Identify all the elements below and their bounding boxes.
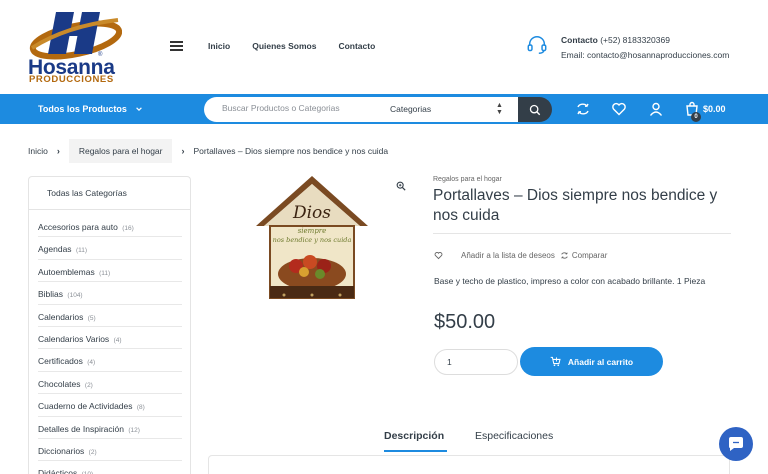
breadcrumb-category[interactable]: Regalos para el hogar	[79, 146, 163, 156]
sidebar-item[interactable]: Calendarios (5)	[38, 305, 182, 327]
select-arrows-icon: ▲ ▼	[496, 102, 503, 116]
cart-total[interactable]: $0.00	[703, 104, 726, 114]
chat-icon	[729, 437, 743, 451]
user-icon[interactable]	[648, 101, 664, 117]
sidebar-item-label: Certificados	[38, 356, 83, 367]
zoom-icon[interactable]	[396, 181, 406, 194]
sidebar-item-label: Accesorios para auto	[38, 222, 118, 232]
sidebar-item-label: Diccionarios	[38, 445, 85, 456]
sidebar-item[interactable]: Chocolates (2)	[38, 372, 182, 395]
site-header: Hosanna ® PRODUCCIONES Inicio Quienes So…	[0, 0, 768, 94]
sidebar-item[interactable]: Agendas (11)	[38, 237, 182, 260]
sidebar-item-label: Didácticos	[38, 468, 78, 474]
chat-button[interactable]	[719, 427, 753, 461]
trademark: ®	[98, 52, 103, 58]
tab-descripcion[interactable]: Descripción	[384, 430, 444, 442]
search-icon	[529, 104, 541, 115]
compare-link[interactable]: Comparar	[572, 251, 608, 260]
sidebar-item-count: (8)	[136, 404, 145, 412]
add-to-wishlist-link[interactable]: Añadir a la lista de deseos	[461, 251, 555, 260]
headset-icon	[527, 36, 547, 54]
sidebar-item-count: (104)	[67, 292, 83, 300]
search-input[interactable]	[222, 103, 372, 113]
email-label: Email:	[561, 50, 585, 60]
sidebar-item-label: Autoemblemas	[38, 266, 95, 277]
sidebar-item[interactable]: Accesorios para auto (16)	[38, 215, 182, 238]
nav-inicio[interactable]: Inicio	[208, 41, 230, 51]
sidebar-item[interactable]: Detalles de Inspiración (12)	[38, 417, 182, 439]
product-description: Base y techo de plastico, impreso a colo…	[434, 276, 706, 286]
sidebar-item-count: (16)	[122, 225, 134, 232]
heart-icon[interactable]	[611, 101, 627, 117]
contact-label: Contacto	[561, 35, 598, 45]
breadcrumb-current: Portallaves – Dios siempre nos bendice y…	[193, 146, 389, 156]
chevron-right-icon: ›	[56, 146, 60, 156]
product-image-line2: nos bendice y nos cuida	[273, 236, 352, 244]
tab-panel	[208, 455, 730, 474]
sidebar-item-label: Detalles de Inspiración	[38, 423, 124, 434]
search-bar: Categorias ▲▼	[204, 97, 518, 122]
sidebar-item[interactable]: Autoemblemas (11)	[38, 260, 182, 283]
sidebar-item-count: (5)	[87, 314, 96, 322]
contact-info: Contacto (+52) 8183320369 Email: contact…	[561, 33, 729, 63]
chevron-down-icon	[136, 107, 142, 112]
sidebar-item-count: (11)	[75, 247, 88, 255]
search-button[interactable]	[518, 97, 552, 122]
sidebar-item[interactable]: Didácticos (10)	[38, 461, 182, 474]
all-products-label: Todos los Productos	[38, 104, 127, 114]
sidebar-item-label: Agendas	[38, 244, 72, 255]
sidebar-item[interactable]: Biblias (104)	[38, 282, 182, 305]
logo-subtitle: PRODUCCIONES	[29, 74, 114, 85]
breadcrumb: Inicio › Regalos para el hogar › Portall…	[28, 139, 388, 163]
category-sidebar: Todas las Categorías Accesorios para aut…	[28, 176, 191, 474]
breadcrumb-home[interactable]: Inicio	[28, 146, 48, 156]
tab-especificaciones[interactable]: Especificaciones	[475, 430, 553, 442]
nav-contacto[interactable]: Contacto	[338, 41, 375, 51]
sidebar-item-count: (4)	[87, 359, 96, 367]
active-tab-indicator	[384, 450, 447, 452]
add-to-cart-button[interactable]: Añadir al carrito	[520, 347, 663, 376]
sidebar-item[interactable]: Calendarios Varios (4)	[38, 327, 182, 350]
sidebar-item-label: Chocolates	[38, 378, 81, 389]
sidebar-item-label: Calendarios Varios	[38, 333, 110, 344]
category-select[interactable]: Categorias	[390, 104, 431, 114]
product-image-title: Dios	[292, 203, 331, 223]
chevron-right-icon: ›	[181, 146, 185, 156]
sidebar-title: Todas las Categorías	[29, 177, 190, 210]
all-products-dropdown[interactable]: Todos los Productos	[38, 104, 143, 114]
menu-icon[interactable]	[170, 41, 183, 51]
nav-quienes-somos[interactable]: Quienes Somos	[252, 41, 316, 51]
sidebar-item-count: (12)	[128, 426, 140, 434]
heart-icon[interactable]	[434, 251, 443, 260]
cart-plus-icon	[550, 356, 561, 367]
quantity-input[interactable]	[434, 349, 518, 375]
compare-icon[interactable]	[575, 101, 591, 117]
category-list: Accesorios para auto (16) Agendas (11) Aut…	[29, 215, 190, 474]
sidebar-item[interactable]: Cuaderno de Actividades (8)	[38, 394, 182, 417]
product-price: $50.00	[434, 311, 496, 333]
sidebar-item-label: Biblias	[38, 289, 64, 300]
sidebar-item-count: (2)	[88, 448, 97, 456]
sidebar-item-label: Cuaderno de Actividades	[38, 401, 133, 412]
product-category-link[interactable]: Regalos para el hogar	[433, 176, 502, 183]
sidebar-item[interactable]: Diccionarios (2)	[38, 439, 182, 462]
sidebar-item-label: Calendarios	[38, 311, 84, 322]
sidebar-item-count: (4)	[113, 336, 122, 344]
product-image-line: siempre	[298, 227, 327, 235]
contact-phone[interactable]: (+52) 8183320369	[600, 35, 670, 45]
product-actions: Añadir a la lista de deseos Comparar	[434, 251, 607, 260]
product-title: Portallaves – Dios siempre nos bendice y…	[433, 187, 718, 224]
sidebar-item-count: (2)	[84, 381, 93, 389]
cart-count-badge: 0	[691, 112, 701, 122]
sidebar-item-count: (11)	[99, 269, 111, 277]
product-image[interactable]: Dios siempre nos bendice y nos cuida	[254, 174, 370, 300]
contact-email[interactable]: contacto@hosannaproducciones.com	[587, 50, 729, 60]
main-nav: Inicio Quienes Somos Contacto	[208, 41, 397, 51]
compare-icon[interactable]	[560, 251, 569, 260]
divider	[433, 233, 731, 234]
add-to-cart-label: Añadir al carrito	[567, 356, 634, 367]
sidebar-item[interactable]: Certificados (4)	[38, 349, 182, 372]
